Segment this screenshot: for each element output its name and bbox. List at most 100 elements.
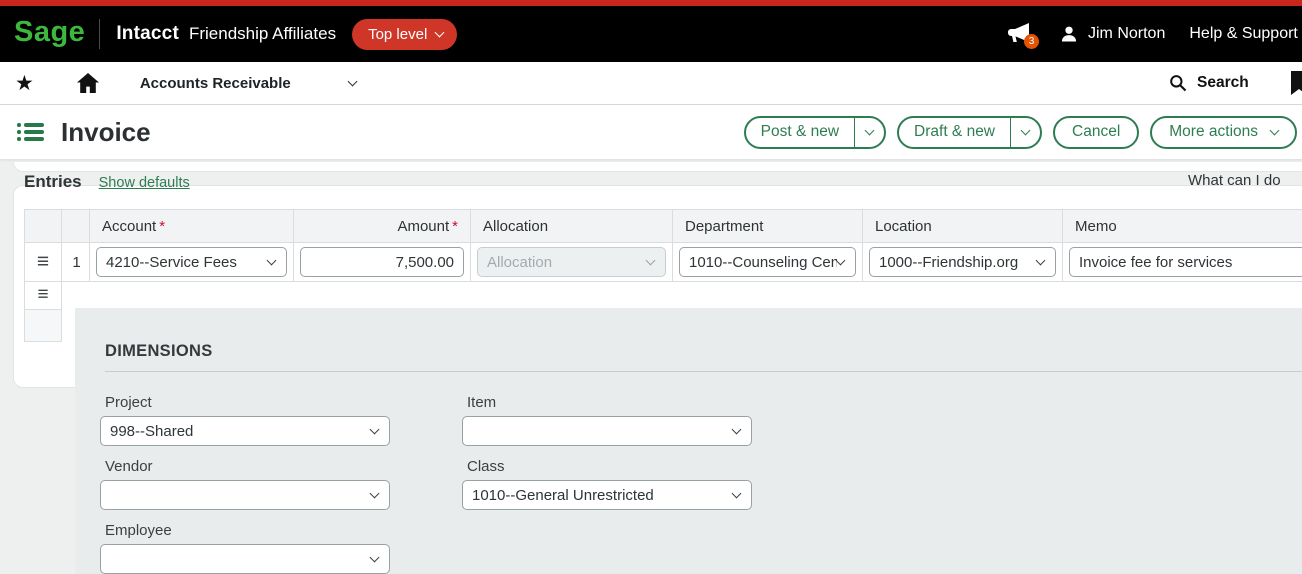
vendor-label: Vendor [105,458,390,475]
location-select[interactable]: 1000--Friendship.org [869,247,1056,277]
account-value: 4210--Service Fees [106,254,237,271]
chevron-down-icon [1021,125,1031,135]
required-marker: * [159,218,165,235]
next-row: ≡ [24,282,1302,310]
row-drag-cell: ≡ [24,243,62,282]
notification-count-badge: 3 [1024,34,1039,49]
project-value: 998--Shared [110,423,193,440]
what-can-i-do-link[interactable]: What can I do [1188,172,1281,189]
chevron-down-icon [370,552,380,562]
drag-handle-icon[interactable]: ≡ [31,282,55,308]
table-row: ≡ 1 4210--Service Fees Allocation 1010- [24,243,1302,282]
item-field: Item [462,394,752,446]
class-value: 1010--General Unrestricted [472,487,654,504]
account-select[interactable]: 4210--Service Fees [96,247,287,277]
more-actions-label: More actions [1169,123,1258,141]
entries-table: Account* Amount* Allocation Department L… [24,209,1302,342]
post-and-new-dropdown[interactable] [854,118,884,147]
search-icon [1168,73,1188,93]
help-support-link[interactable]: Help & Support [1189,25,1298,43]
dimensions-heading: DIMENSIONS [105,342,1302,361]
page-title: Invoice [61,117,151,148]
row-number-cell: 1 [62,243,90,282]
item-select[interactable] [462,416,752,446]
card-above-sliver [13,162,1302,172]
location-value: 1000--Friendship.org [879,254,1018,271]
allocation-select[interactable]: Allocation [477,247,666,277]
chevron-down-icon [435,27,445,37]
user-icon [1059,24,1079,44]
chevron-down-icon [267,255,277,265]
draft-and-new-dropdown[interactable] [1010,118,1040,147]
entity-selector-button[interactable]: Top level [352,19,457,50]
draft-and-new-label: Draft & new [899,123,1010,141]
amount-header-label: Amount [397,218,449,235]
account-cell: 4210--Service Fees [90,243,294,282]
chevron-down-icon [370,424,380,434]
employee-select[interactable] [100,544,390,574]
entity-selector-label: Top level [368,26,427,43]
draft-and-new-button[interactable]: Draft & new [897,116,1042,149]
project-label: Project [105,394,390,411]
topbar-right-group: 3 Jim Norton Help & Support [1005,6,1298,62]
user-menu[interactable]: Jim Norton [1059,24,1165,44]
sage-logo[interactable]: Sage [14,18,85,51]
location-cell: 1000--Friendship.org [863,243,1063,282]
memo-column-header: Memo [1063,209,1302,243]
company-name: Friendship Affiliates [189,24,336,44]
favorites-star-icon[interactable]: ★ [15,73,34,94]
allocation-cell: Allocation [471,243,673,282]
memo-input[interactable] [1069,247,1302,277]
chevron-down-icon [370,488,380,498]
drag-handle-icon[interactable]: ≡ [31,247,55,277]
department-cell: 1010--Counseling Cen [673,243,863,282]
allocation-placeholder: Allocation [487,254,552,271]
divider [105,371,1302,372]
department-select[interactable]: 1010--Counseling Cen [679,247,856,277]
project-select[interactable]: 998--Shared [100,416,390,446]
row-drag-cell: ≡ [24,282,62,310]
chevron-down-icon [1036,255,1046,265]
empty-row [24,310,1302,342]
chevron-down-icon [836,255,846,265]
entries-heading: Entries [24,172,82,192]
post-and-new-label: Post & new [746,123,854,141]
divider [99,19,100,49]
list-menu-icon[interactable] [17,123,44,140]
row-number-column-header [62,209,90,243]
user-name: Jim Norton [1088,25,1165,43]
class-field: Class 1010--General Unrestricted [462,458,752,510]
empty-drag-cell [24,310,62,342]
amount-column-header: Amount* [294,209,471,243]
class-select[interactable]: 1010--General Unrestricted [462,480,752,510]
dimensions-panel: DIMENSIONS Project 998--Shared Item Vend… [75,308,1302,574]
chevron-down-icon [865,125,875,135]
top-bar: Sage Intacct Friendship Affiliates Top l… [0,6,1302,62]
account-column-header: Account* [90,209,294,243]
more-actions-button[interactable]: More actions [1150,116,1297,149]
amount-input[interactable] [300,247,464,277]
account-header-label: Account [102,218,156,235]
row-number: 1 [68,247,83,278]
chevron-down-icon [1270,125,1280,135]
vendor-select[interactable] [100,480,390,510]
allocation-column-header: Allocation [471,209,673,243]
chevron-down-icon [732,488,742,498]
post-and-new-button[interactable]: Post & new [744,116,886,149]
vendor-field: Vendor [100,458,390,510]
search-button[interactable]: Search [1168,73,1249,93]
memo-cell [1063,243,1302,282]
bookmark-icon[interactable] [1291,71,1302,95]
show-defaults-link[interactable]: Show defaults [99,175,190,191]
table-header-row: Account* Amount* Allocation Department L… [24,209,1302,243]
item-label: Item [467,394,752,411]
product-name: Intacct [116,23,179,45]
employee-label: Employee [105,522,390,539]
notifications-button[interactable]: 3 [1005,21,1035,47]
department-column-header: Department [673,209,863,243]
drag-column-header [24,209,62,243]
home-icon[interactable] [76,72,100,94]
cancel-button[interactable]: Cancel [1053,116,1139,149]
chevron-down-icon [646,255,656,265]
module-selector[interactable]: Accounts Receivable [140,75,356,92]
